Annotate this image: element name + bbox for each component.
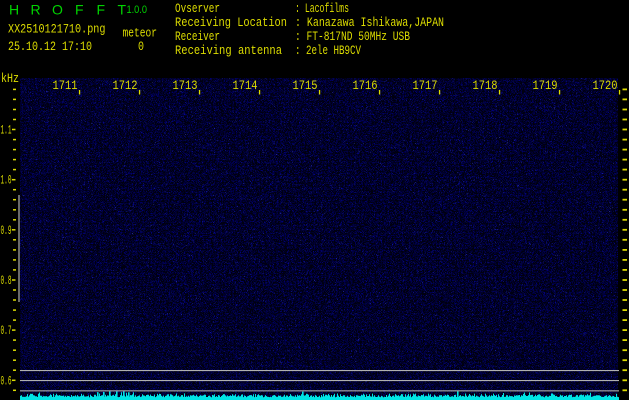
- svg-text:0.7: 0.7: [1, 323, 12, 338]
- svg-text:1718: 1718: [473, 78, 498, 93]
- svg-text:1719: 1719: [533, 78, 558, 93]
- svg-text:0.6: 0.6: [1, 373, 12, 388]
- svg-text:: 2ele HB9CV: : 2ele HB9CV: [295, 43, 361, 58]
- svg-text:XX2510121710.png: XX2510121710.png: [8, 22, 106, 37]
- svg-text:kHz: kHz: [1, 71, 19, 86]
- svg-text:F: F: [97, 2, 106, 18]
- svg-text:F: F: [75, 2, 84, 18]
- svg-text:0: 0: [138, 39, 144, 54]
- svg-text:1711: 1711: [53, 78, 78, 93]
- svg-text:1714: 1714: [233, 78, 258, 93]
- svg-text:: Kanazawa Ishikawa,JAPAN: : Kanazawa Ishikawa,JAPAN: [295, 15, 444, 30]
- svg-text:O: O: [52, 2, 63, 18]
- svg-text:1.0: 1.0: [1, 173, 12, 188]
- svg-text:: FT-817ND 50MHz USB: : FT-817ND 50MHz USB: [295, 29, 410, 44]
- svg-text:Receiver: Receiver: [175, 29, 220, 44]
- svg-text:1715: 1715: [293, 78, 318, 93]
- svg-text:1720: 1720: [593, 78, 618, 93]
- svg-text:25.10.12 17:10: 25.10.12 17:10: [8, 39, 92, 54]
- svg-text:H: H: [9, 2, 19, 18]
- svg-text:R: R: [31, 2, 41, 18]
- svg-text:Receiving Location: Receiving Location: [175, 15, 287, 30]
- svg-text:1713: 1713: [173, 78, 198, 93]
- svg-text:0.9: 0.9: [1, 223, 12, 238]
- svg-text:1.1: 1.1: [1, 123, 12, 138]
- svg-text:Ovserver: Ovserver: [175, 1, 220, 16]
- svg-text:0.8: 0.8: [1, 273, 12, 288]
- svg-text:: Lacofilms: : Lacofilms: [295, 1, 349, 16]
- svg-text:Receiving antenna: Receiving antenna: [175, 43, 282, 58]
- svg-text:T: T: [118, 2, 127, 18]
- svg-text:1712: 1712: [113, 78, 138, 93]
- svg-text:1717: 1717: [413, 78, 438, 93]
- svg-text:1.0.0: 1.0.0: [127, 4, 148, 16]
- svg-text:1716: 1716: [353, 78, 378, 93]
